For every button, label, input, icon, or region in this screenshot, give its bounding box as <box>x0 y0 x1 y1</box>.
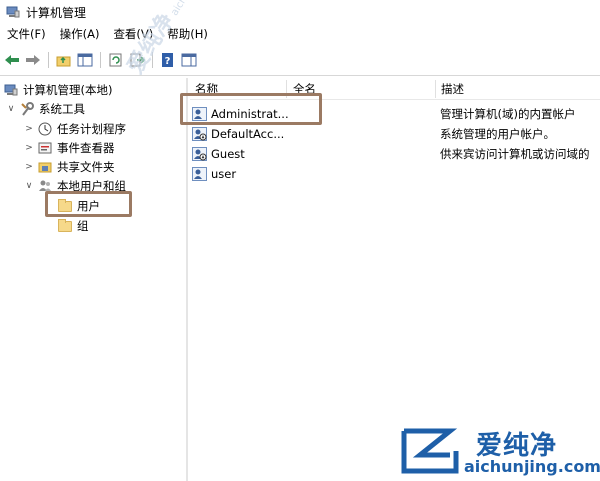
chevron-right-icon[interactable]: > <box>24 162 34 172</box>
toolbar-separator <box>100 52 101 68</box>
console-tree-icon[interactable] <box>76 51 94 69</box>
disabled-user-account-icon <box>192 147 207 161</box>
computer-management-icon <box>4 83 18 97</box>
site-logo: 爱纯净 aichunjing.com <box>398 423 600 479</box>
tree-label: 共享文件夹 <box>57 159 115 174</box>
event-viewer-icon <box>38 141 52 155</box>
user-name: user <box>211 167 237 181</box>
up-folder-icon[interactable] <box>55 51 73 69</box>
list-item[interactable]: Guest 供来宾访问计算机或访问域的 <box>190 144 600 164</box>
list-item[interactable]: user <box>190 164 600 184</box>
clock-icon <box>38 122 52 136</box>
tools-icon <box>20 101 34 116</box>
tree-item-task-scheduler[interactable]: > 任务计划程序 <box>24 119 126 138</box>
tree-item-system-tools[interactable]: ∨ 系统工具 <box>6 99 85 118</box>
computer-management-icon <box>6 5 20 19</box>
user-name: DefaultAcc... <box>211 127 285 141</box>
tree-label: 任务计划程序 <box>57 121 126 136</box>
user-description: 管理计算机(域)的内置帐户 <box>440 107 576 121</box>
user-description: 系统管理的用户帐户。 <box>440 127 555 141</box>
help-icon[interactable]: ? <box>159 51 177 69</box>
tree-item-shared-folders[interactable]: > 共享文件夹 <box>24 157 115 176</box>
logo-mark-icon <box>401 428 459 474</box>
tree-label: 事件查看器 <box>57 140 115 155</box>
list-item[interactable]: DefaultAcc... 系统管理的用户帐户。 <box>190 124 600 144</box>
toolbar-separator <box>48 52 49 68</box>
menu-file[interactable]: 文件(F) <box>0 24 53 44</box>
pane-splitter[interactable] <box>186 78 188 481</box>
users-highlight-box <box>45 191 132 217</box>
shared-folder-icon <box>38 160 52 174</box>
window-title: 计算机管理 <box>26 5 87 20</box>
user-name: Guest <box>211 147 245 161</box>
administrator-highlight-box <box>180 93 322 125</box>
user-description: 供来宾访问计算机或访问域的 <box>440 147 590 161</box>
tree-label: 计算机管理(本地) <box>23 82 113 97</box>
console-tree: 计算机管理(本地) ∨ 系统工具 > 任务计划程序 > 事件查看器 > 共享文件… <box>0 78 186 481</box>
chevron-right-icon[interactable]: > <box>24 124 34 134</box>
disabled-user-account-icon <box>192 127 207 141</box>
tree-label: 组 <box>77 218 89 233</box>
title-bar: 计算机管理 <box>0 0 600 24</box>
chevron-down-icon[interactable]: ∨ <box>6 104 16 114</box>
svg-text:?: ? <box>165 56 171 67</box>
chevron-down-icon[interactable]: ∨ <box>24 181 34 191</box>
logo-url: aichunjing.com <box>464 457 600 476</box>
chevron-right-icon[interactable]: > <box>24 143 34 153</box>
user-list: 名称 全名 描述 Administrat... 管理计算机(域)的内置帐户 De… <box>190 78 600 481</box>
tree-item-event-viewer[interactable]: > 事件查看器 <box>24 138 115 157</box>
menu-bar: 文件(F) 操作(A) 查看(V) 帮助(H) <box>0 24 600 44</box>
column-description[interactable]: 描述 <box>436 78 464 100</box>
folder-icon <box>58 218 72 233</box>
toolbar: ? <box>0 48 600 72</box>
tree-item-groups[interactable]: 组 <box>58 216 89 235</box>
toolbar-divider <box>0 75 600 76</box>
forward-arrow-icon[interactable] <box>24 51 42 69</box>
action-pane-icon[interactable] <box>180 51 198 69</box>
back-arrow-icon[interactable] <box>3 51 21 69</box>
user-account-icon <box>192 167 207 181</box>
menu-action[interactable]: 操作(A) <box>53 24 107 44</box>
tree-label: 系统工具 <box>39 101 85 116</box>
tree-item-root[interactable]: 计算机管理(本地) <box>4 80 112 99</box>
